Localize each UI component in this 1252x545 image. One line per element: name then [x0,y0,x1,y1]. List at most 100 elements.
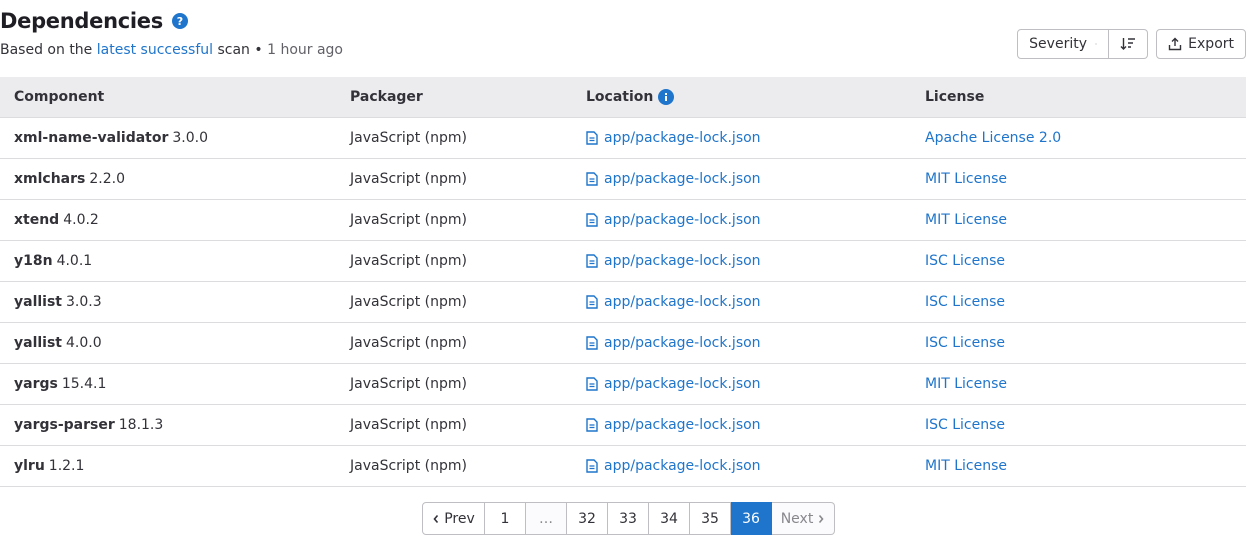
location-path: app/package-lock.json [604,212,761,228]
info-circle-icon[interactable] [658,89,675,105]
license-link[interactable]: ISC License [925,417,1005,433]
component-version: 18.1.3 [118,417,164,433]
packager-cell: JavaScript (npm) [350,294,467,310]
latest-scan-link[interactable]: latest successful [97,42,213,58]
document-icon [586,377,598,391]
location-path: app/package-lock.json [604,335,761,351]
location-link[interactable]: app/package-lock.json [586,130,925,146]
export-label: Export [1188,36,1234,52]
table-row: xmlchars 2.2.0 JavaScript (npm) app/package… [0,159,1246,200]
location-path: app/package-lock.json [604,253,761,269]
column-header-component: Component [14,89,105,105]
prev-page-button[interactable]: Prev [422,502,485,535]
component-name: yallist [14,294,62,310]
subtitle-prefix: Based on the [0,42,97,58]
page-32-button[interactable]: 32 [567,502,608,535]
page-36-button[interactable]: 36 [731,502,772,535]
license-link[interactable]: MIT License [925,171,1007,187]
packager-cell: JavaScript (npm) [350,335,467,351]
location-link[interactable]: app/package-lock.json [586,171,925,187]
page-35-button[interactable]: 35 [690,502,731,535]
subtitle-suffix: scan [213,42,250,58]
component-version: 4.0.2 [63,212,99,228]
location-link[interactable]: app/package-lock.json [586,253,925,269]
table-row: ylru 1.2.1 JavaScript (npm) app/package-loc… [0,446,1246,487]
license-link[interactable]: MIT License [925,458,1007,474]
export-button[interactable]: Export [1156,29,1246,59]
table-row: yallist 3.0.3 JavaScript (npm) app/package-… [0,282,1246,323]
location-path: app/package-lock.json [604,294,761,310]
packager-cell: JavaScript (npm) [350,376,467,392]
component-cell: xmlchars 2.2.0 [0,171,350,187]
license-cell: MIT License [925,212,1246,228]
component-cell: xml-name-validator 3.0.0 [0,130,350,146]
page-title: Dependencies [0,9,163,33]
prev-label: Prev [444,510,475,527]
license-link[interactable]: ISC License [925,294,1005,310]
component-cell: yallist 3.0.3 [0,294,350,310]
scan-time: 1 hour ago [267,42,343,58]
document-icon [586,213,598,227]
component-name: yargs-parser [14,417,115,433]
license-cell: ISC License [925,294,1246,310]
license-cell: MIT License [925,376,1246,392]
chevron-right-icon [819,514,824,523]
packager-cell: JavaScript (npm) [350,417,467,433]
component-name: xmlchars [14,171,86,187]
table-row: yargs 15.4.1 JavaScript (npm) app/package-l… [0,364,1246,405]
component-version: 4.0.1 [56,253,93,269]
column-header-location: Location [586,89,925,105]
packager-cell: JavaScript (npm) [350,171,467,187]
location-path: app/package-lock.json [604,130,761,146]
component-name: y18n [14,253,53,269]
license-link[interactable]: ISC License [925,253,1005,269]
table-row: xml-name-validator 3.0.0 JavaScript (npm) a… [0,118,1246,159]
location-link[interactable]: app/package-lock.json [586,212,925,228]
license-cell: MIT License [925,458,1246,474]
page-33-button[interactable]: 33 [608,502,649,535]
license-link[interactable]: MIT License [925,376,1007,392]
document-icon [586,418,598,432]
export-icon [1168,37,1182,51]
page-1-button[interactable]: 1 [485,502,526,535]
location-link[interactable]: app/package-lock.json [586,335,925,351]
component-name: xtend [14,212,60,228]
location-cell: app/package-lock.json [586,212,925,228]
license-link[interactable]: ISC License [925,335,1005,351]
license-cell: MIT License [925,171,1246,187]
license-link[interactable]: MIT License [925,212,1007,228]
document-icon [586,336,598,350]
component-name: xml-name-validator [14,130,169,146]
document-icon [586,295,598,309]
component-version: 4.0.0 [66,335,102,351]
chevron-down-icon [1095,43,1097,45]
sort-by-dropdown[interactable]: Severity [1017,29,1110,59]
component-cell: ylru 1.2.1 [0,458,350,474]
sort-direction-button[interactable] [1109,29,1149,59]
next-page-button: Next [772,502,835,535]
component-name: yallist [14,335,62,351]
component-version: 1.2.1 [48,458,85,474]
location-link[interactable]: app/package-lock.json [586,458,925,474]
page-34-button[interactable]: 34 [649,502,690,535]
packager-cell: JavaScript (npm) [350,212,467,228]
location-link[interactable]: app/package-lock.json [586,417,925,433]
sort-lowest-icon [1120,38,1136,50]
location-link[interactable]: app/package-lock.json [586,294,925,310]
location-link[interactable]: app/package-lock.json [586,376,925,392]
component-cell: yargs 15.4.1 [0,376,350,392]
table-body: xml-name-validator 3.0.0 JavaScript (npm) a… [0,118,1246,487]
component-name: yargs [14,376,58,392]
packager-cell: JavaScript (npm) [350,130,467,146]
packager-cell: JavaScript (npm) [350,458,467,474]
license-cell: ISC License [925,335,1246,351]
license-link[interactable]: Apache License 2.0 [925,130,1061,146]
subtitle-separator: • [249,42,268,58]
column-header-license: License [925,89,985,105]
column-header-packager: Packager [350,89,423,105]
next-label: Next [780,510,814,527]
question-circle-icon[interactable]: ? [171,13,188,29]
scan-info: Based on the latest successful scan • 1 … [0,42,343,58]
location-path: app/package-lock.json [604,376,761,392]
pagination-ellipsis: … [526,502,567,535]
